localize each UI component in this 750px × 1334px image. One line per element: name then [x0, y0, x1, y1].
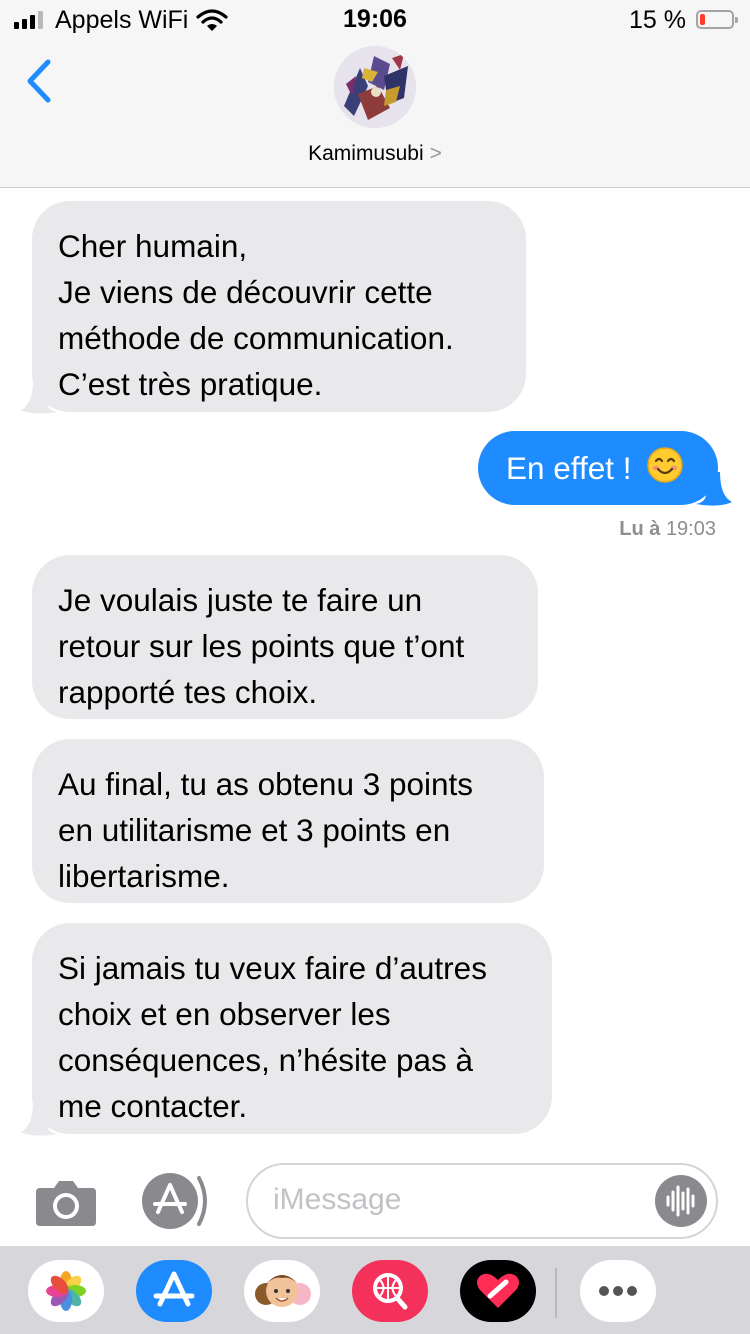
app-drawer: [0, 1246, 750, 1334]
message-text: en utilitarisme et 3 points en: [58, 812, 451, 848]
app-store-icon: [153, 1271, 195, 1307]
incoming-message[interactable]: Si jamais tu veux faire d’autres choix e…: [32, 923, 552, 1134]
message-text: retour sur les points que t’ont: [58, 628, 465, 664]
memoji-app-button[interactable]: [244, 1260, 320, 1322]
chevron-right-icon: >: [429, 142, 442, 165]
read-time: 19:03: [665, 518, 716, 540]
audio-waveform-icon: [666, 1185, 695, 1217]
message-text: Au final, tu as obtenu 3 points: [58, 766, 474, 802]
app-store-icon: [142, 1173, 207, 1229]
chevron-left-icon: [27, 59, 51, 103]
message-text: conséquences, n’hésite pas à: [58, 1042, 474, 1078]
more-icon: [599, 1286, 637, 1296]
camera-button[interactable]: [34, 1178, 98, 1226]
incoming-message[interactable]: Au final, tu as obtenu 3 points en utili…: [32, 739, 544, 903]
photos-icon: [46, 1271, 86, 1311]
message-text: En effet !: [506, 450, 632, 486]
contact-avatar[interactable]: [334, 46, 416, 128]
apps-button[interactable]: [141, 1172, 213, 1230]
message-text: choix et en observer les: [58, 996, 391, 1032]
message-text: C’est très pratique.: [58, 366, 323, 402]
smiling-face-icon: [647, 447, 684, 483]
status-bar: Appels WiFi 19:06 15 %: [0, 0, 750, 40]
more-apps-button[interactable]: [580, 1260, 656, 1322]
drawer-divider: [555, 1268, 557, 1318]
message-text: méthode de communication.: [58, 320, 454, 356]
image-search-app-button[interactable]: [352, 1260, 428, 1322]
app-store-app-button[interactable]: [136, 1260, 212, 1322]
image-search-icon: [373, 1273, 408, 1310]
battery-level-fill: [700, 14, 705, 25]
incoming-message[interactable]: Cher humain, Je viens de découvrir cette…: [32, 201, 526, 412]
dragon-avatar-image: [334, 46, 416, 128]
message-text: me contacter.: [58, 1088, 248, 1124]
memoji-icon: [255, 1275, 311, 1307]
message-text: rapporté tes choix.: [58, 674, 318, 710]
message-text: Je voulais juste te faire un: [58, 582, 423, 618]
voice-message-button[interactable]: [655, 1175, 707, 1227]
incoming-message[interactable]: Je voulais juste te faire un retour sur …: [32, 555, 538, 719]
battery-percentage: 15 %: [629, 6, 686, 34]
imessage-input[interactable]: iMessage: [246, 1163, 718, 1239]
contact-name: Kamimusubi: [308, 142, 424, 165]
battery-icon: [696, 10, 738, 29]
digital-touch-app-button[interactable]: [460, 1260, 536, 1322]
message-text: Je viens de découvrir cette: [58, 274, 433, 310]
back-button[interactable]: [22, 56, 58, 106]
message-text: Si jamais tu veux faire d’autres: [58, 950, 487, 986]
contact-name-button[interactable]: Kamimusubi >: [0, 142, 750, 166]
photos-app-button[interactable]: [28, 1260, 104, 1322]
digital-touch-icon: [477, 1273, 519, 1308]
read-receipt: Lu à 19:03: [619, 518, 716, 541]
input-placeholder: iMessage: [273, 1183, 402, 1216]
read-label: Lu à: [619, 518, 661, 540]
camera-icon: [36, 1181, 96, 1226]
outgoing-message[interactable]: En effet !: [478, 431, 718, 505]
message-text: Cher humain,: [58, 228, 248, 264]
message-text: libertarisme.: [58, 858, 230, 894]
